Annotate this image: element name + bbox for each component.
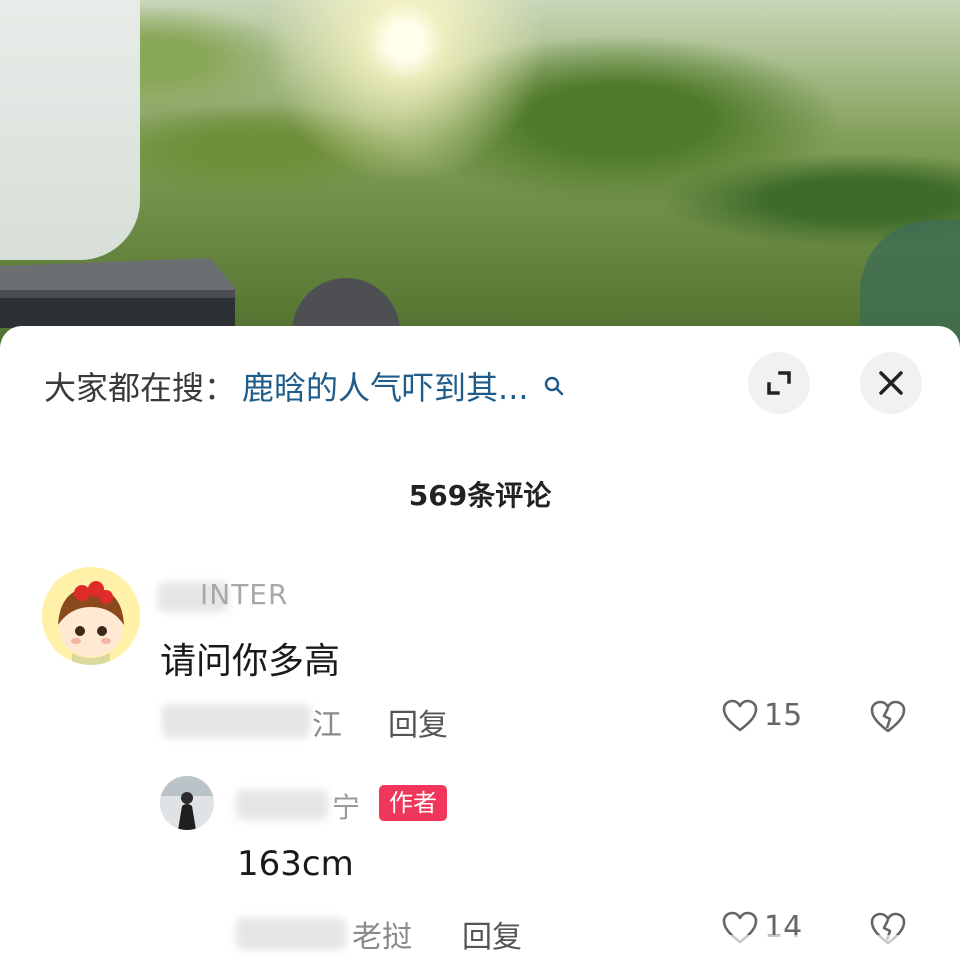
broken-heart-icon (870, 700, 906, 733)
username-redaction (236, 790, 328, 820)
comment-sheet (0, 326, 960, 970)
avatar[interactable] (160, 776, 214, 830)
like-button[interactable]: 15 (722, 698, 802, 733)
search-prefix: 大家都在搜： (44, 369, 237, 407)
timestamp-redaction (236, 918, 346, 950)
dislike-button[interactable] (870, 700, 906, 738)
avatar[interactable] (42, 567, 140, 665)
like-count: 15 (764, 698, 803, 733)
expand-icon (767, 371, 791, 395)
close-icon (879, 371, 903, 395)
comment-username[interactable]: INTER (200, 578, 288, 611)
reply-button[interactable]: 回复 (388, 700, 448, 744)
reply-location: 老挝 (352, 920, 412, 955)
watermark-overlay (720, 935, 960, 970)
search-suggestion[interactable]: 大家都在搜： 鹿晗的人气吓到其... (44, 362, 565, 410)
comment-location: 江 (312, 708, 342, 743)
reply-username[interactable]: 宁 (332, 786, 361, 826)
roof (0, 258, 235, 328)
hill (860, 220, 960, 340)
reply-button[interactable]: 回复 (462, 912, 522, 956)
comment-count-title: 569条评论 (408, 479, 552, 512)
sky (0, 0, 140, 260)
timestamp-redaction (162, 704, 310, 738)
background-photo (0, 0, 960, 360)
comment-text: 请问你多高 (160, 641, 341, 682)
search-query-link[interactable]: 鹿晗的人气吓到其... (242, 363, 529, 409)
reply-text: 163cm (237, 844, 354, 884)
expand-button[interactable] (748, 352, 810, 414)
heart-icon (722, 699, 758, 731)
search-icon[interactable] (543, 367, 565, 396)
author-badge: 作者 (379, 785, 447, 821)
close-button[interactable] (860, 352, 922, 414)
